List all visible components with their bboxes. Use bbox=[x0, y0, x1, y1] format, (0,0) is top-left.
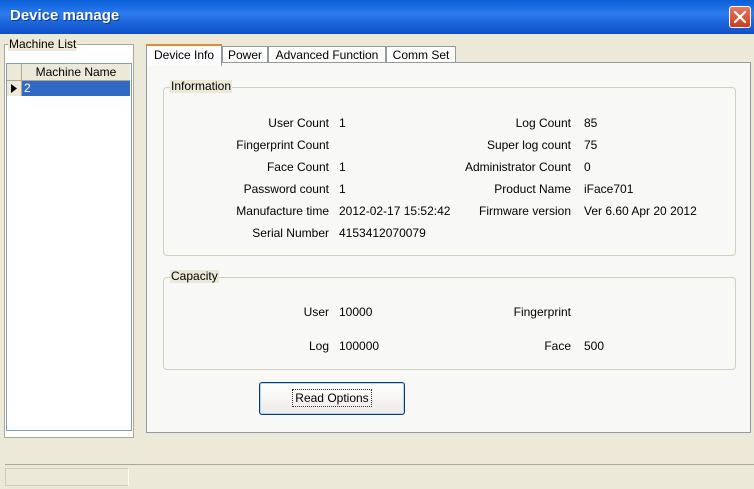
product-name-value: iFace701 bbox=[584, 182, 634, 196]
client-area: Machine List Machine Name 2 Device Info … bbox=[0, 34, 754, 489]
capacity-user-value: 10000 bbox=[339, 305, 373, 319]
row-pointer-icon bbox=[11, 84, 17, 93]
capacity-group bbox=[163, 277, 736, 370]
face-count-label: Face Count bbox=[266, 160, 329, 174]
administrator-count-value: 0 bbox=[584, 160, 591, 174]
machine-grid[interactable]: Machine Name 2 bbox=[6, 63, 132, 431]
serial-number-label: Serial Number bbox=[252, 226, 329, 240]
firmware-version-value: Ver 6.60 Apr 20 2012 bbox=[584, 204, 697, 218]
row-indicator bbox=[7, 81, 22, 96]
read-options-button[interactable]: Read Options bbox=[259, 382, 405, 415]
manufacture-time-value: 2012-02-17 15:52:42 bbox=[339, 204, 451, 218]
product-name-label: Product Name bbox=[494, 182, 571, 196]
status-bar bbox=[5, 464, 754, 486]
information-title: Information bbox=[170, 79, 233, 93]
serial-number-value: 4153412070079 bbox=[339, 226, 426, 240]
tab-device-info[interactable]: Device Info bbox=[146, 44, 222, 66]
log-count-value: 85 bbox=[584, 116, 598, 130]
table-row[interactable]: 2 bbox=[7, 81, 131, 96]
administrator-count-label: Administrator Count bbox=[464, 160, 571, 174]
face-count-value: 1 bbox=[339, 160, 346, 174]
firmware-version-label: Firmware version bbox=[478, 204, 571, 218]
password-count-label: Password count bbox=[243, 182, 329, 196]
title-bar[interactable]: Device manage bbox=[0, 0, 754, 34]
machine-name-cell[interactable]: 2 bbox=[22, 81, 130, 96]
fingerprint-count-label: Fingerprint Count bbox=[236, 138, 329, 152]
password-count-value: 1 bbox=[339, 182, 346, 196]
capacity-face-value: 500 bbox=[584, 339, 605, 353]
log-count-label: Log Count bbox=[515, 116, 571, 130]
read-options-label: Read Options bbox=[292, 389, 372, 407]
capacity-face-label: Face bbox=[544, 339, 571, 353]
capacity-log-label: Log bbox=[308, 339, 329, 353]
machine-list-title: Machine List bbox=[8, 37, 78, 51]
information-group bbox=[163, 87, 736, 256]
user-count-value: 1 bbox=[339, 116, 346, 130]
super-log-count-label: Super log count bbox=[486, 138, 571, 152]
close-button[interactable] bbox=[729, 6, 751, 28]
status-pane bbox=[5, 468, 129, 486]
window-title: Device manage bbox=[10, 7, 120, 24]
super-log-count-value: 75 bbox=[584, 138, 598, 152]
capacity-user-label: User bbox=[303, 305, 329, 319]
device-info-panel: Information User Count 1 Fingerprint Cou… bbox=[146, 62, 751, 433]
manufacture-time-label: Manufacture time bbox=[236, 204, 329, 218]
grid-header: Machine Name bbox=[7, 64, 131, 81]
close-icon bbox=[734, 11, 746, 23]
grid-corner bbox=[7, 64, 22, 81]
capacity-fingerprint-label: Fingerprint bbox=[513, 305, 571, 319]
user-count-label: User Count bbox=[268, 116, 329, 130]
capacity-title: Capacity bbox=[170, 269, 219, 283]
capacity-log-value: 100000 bbox=[339, 339, 380, 353]
column-header-machine-name[interactable]: Machine Name bbox=[22, 64, 130, 81]
